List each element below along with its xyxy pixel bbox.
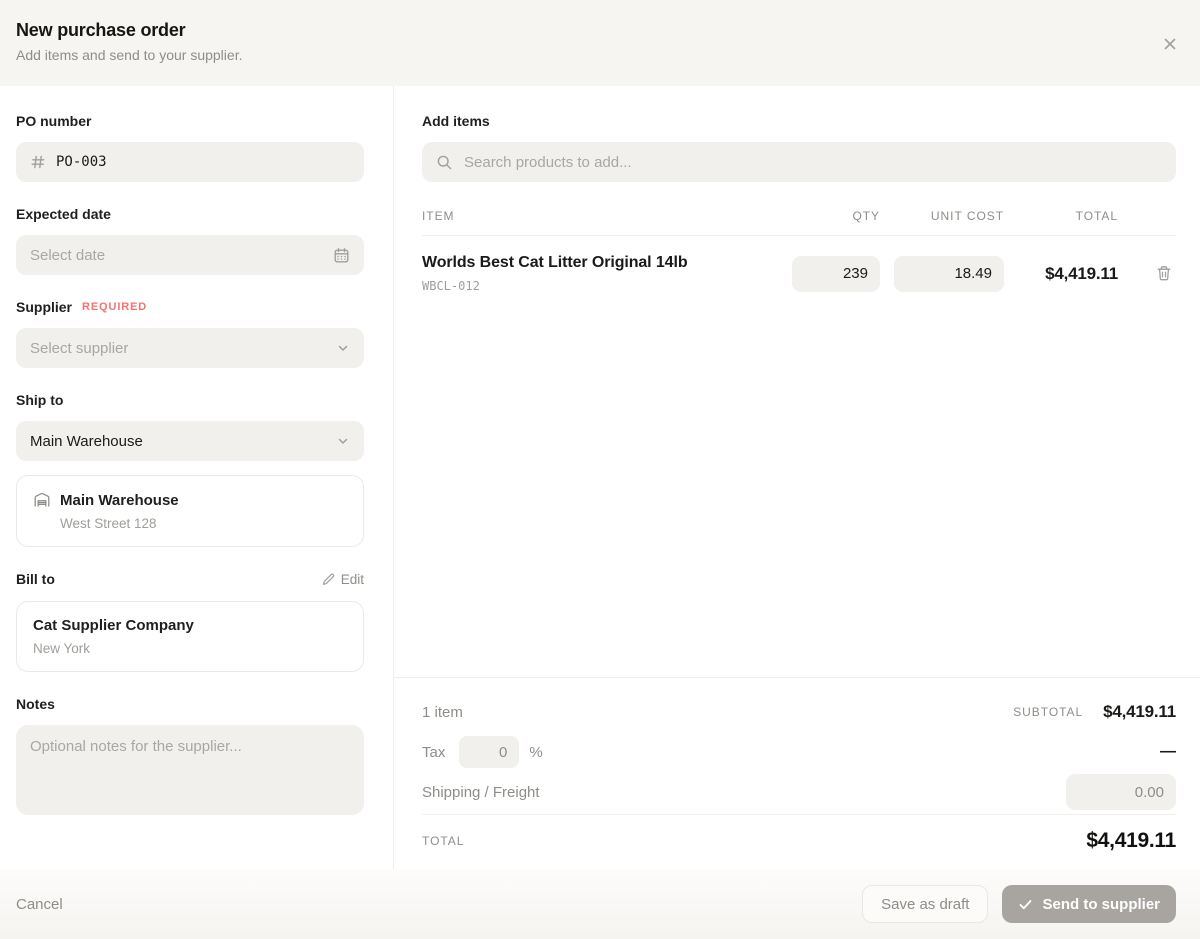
bill-to-card-address: New York [33,641,347,656]
bill-to-card-name: Cat Supplier Company [33,617,347,634]
cancel-button[interactable]: Cancel [16,896,63,913]
search-icon [436,154,453,171]
po-number-field-group: PO number [16,113,364,182]
ship-to-select[interactable]: Main Warehouse [16,421,364,461]
bill-to-field-group: Bill to Edit Cat Supplier Company New Yo… [16,571,364,672]
warehouse-icon [33,491,51,509]
close-icon [1162,36,1178,52]
tax-amount: — [1160,743,1176,761]
tax-row: Tax % — [422,734,1176,770]
check-icon [1018,897,1033,912]
required-badge: REQUIRED [82,301,147,313]
ship-to-card: Main Warehouse West Street 128 [16,475,364,547]
product-search-input[interactable] [464,154,1162,171]
expected-date-picker[interactable] [16,235,364,275]
tax-percent-sign: % [529,744,542,761]
po-number-label: PO number [16,113,91,129]
ship-to-card-name: Main Warehouse [60,492,179,509]
supplier-label: Supplier [16,299,72,315]
subtotal-value: $4,419.11 [1103,702,1176,722]
page-title: New purchase order [16,20,1176,41]
shipping-row: Shipping / Freight [422,774,1176,810]
line-item-sku: WBCL-012 [422,279,778,293]
po-number-input[interactable] [56,154,350,170]
qty-input[interactable] [792,256,880,292]
ship-to-field-group: Ship to Main Warehouse Main Warehouse [16,392,364,547]
column-header-item: ITEM [422,209,778,223]
item-count: 1 item [422,704,463,721]
line-item-row: Worlds Best Cat Litter Original 14lb WBC… [422,236,1176,311]
unit-cost-input[interactable] [894,256,1004,292]
send-to-supplier-label: Send to supplier [1042,896,1160,913]
line-item-total: $4,419.11 [1018,264,1118,284]
close-button[interactable] [1156,30,1184,58]
column-header-total: TOTAL [1018,209,1118,223]
delete-line-item-button[interactable] [1152,261,1176,286]
total-label: TOTAL [422,834,464,848]
calendar-icon [333,247,350,264]
items-table-header: ITEM QTY UNIT COST TOTAL [422,209,1176,236]
notes-textarea[interactable] [16,725,364,815]
trash-icon [1156,265,1172,282]
edit-bill-to-label: Edit [341,572,364,587]
chevron-down-icon [336,341,350,355]
order-summary: 1 item SUBTOTAL $4,419.11 Tax % — Shippi… [394,677,1200,869]
modal-footer: Cancel Save as draft Send to supplier [0,869,1200,939]
po-number-input-box [16,142,364,182]
page-subtitle: Add items and send to your supplier. [16,47,1176,63]
items-empty-space [394,311,1200,677]
notes-label: Notes [16,696,55,712]
modal-body: PO number Expected date [0,86,1200,869]
subtotal-row: 1 item SUBTOTAL $4,419.11 [422,694,1176,730]
add-items-panel: Add items ITEM QTY UNIT COST TOTAL [394,86,1200,869]
tax-rate-input[interactable] [459,736,519,768]
supplier-field-group: Supplier REQUIRED Select supplier [16,299,364,368]
total-value: $4,419.11 [1086,829,1176,853]
supplier-select[interactable]: Select supplier [16,328,364,368]
order-details-panel: PO number Expected date [0,86,394,869]
expected-date-input[interactable] [30,247,323,264]
line-item-info: Worlds Best Cat Litter Original 14lb WBC… [422,254,778,293]
ship-to-selected-value: Main Warehouse [30,433,143,450]
tax-label: Tax [422,744,445,761]
column-header-unit-cost: UNIT COST [894,209,1004,223]
expected-date-field-group: Expected date [16,206,364,275]
pencil-icon [322,573,335,586]
column-header-qty: QTY [792,209,880,223]
chevron-down-icon [336,434,350,448]
product-search-box [422,142,1176,182]
hash-icon [30,154,46,170]
bill-to-label: Bill to [16,571,55,587]
total-row: TOTAL $4,419.11 [422,814,1176,859]
save-as-draft-button[interactable]: Save as draft [862,885,988,923]
send-to-supplier-button[interactable]: Send to supplier [1002,885,1176,923]
add-items-label: Add items [422,113,1176,129]
modal-header: New purchase order Add items and send to… [0,0,1200,86]
ship-to-label: Ship to [16,392,63,408]
line-item-name: Worlds Best Cat Litter Original 14lb [422,254,778,272]
shipping-cost-input[interactable] [1066,774,1176,810]
new-purchase-order-modal: New purchase order Add items and send to… [0,0,1200,939]
bill-to-card: Cat Supplier Company New York [16,601,364,672]
expected-date-label: Expected date [16,206,111,222]
notes-field-group: Notes [16,696,364,820]
ship-to-card-address: West Street 128 [60,516,347,531]
shipping-label: Shipping / Freight [422,784,540,801]
supplier-select-placeholder: Select supplier [30,340,128,357]
subtotal-label: SUBTOTAL [1013,705,1083,719]
edit-bill-to-button[interactable]: Edit [322,572,364,587]
